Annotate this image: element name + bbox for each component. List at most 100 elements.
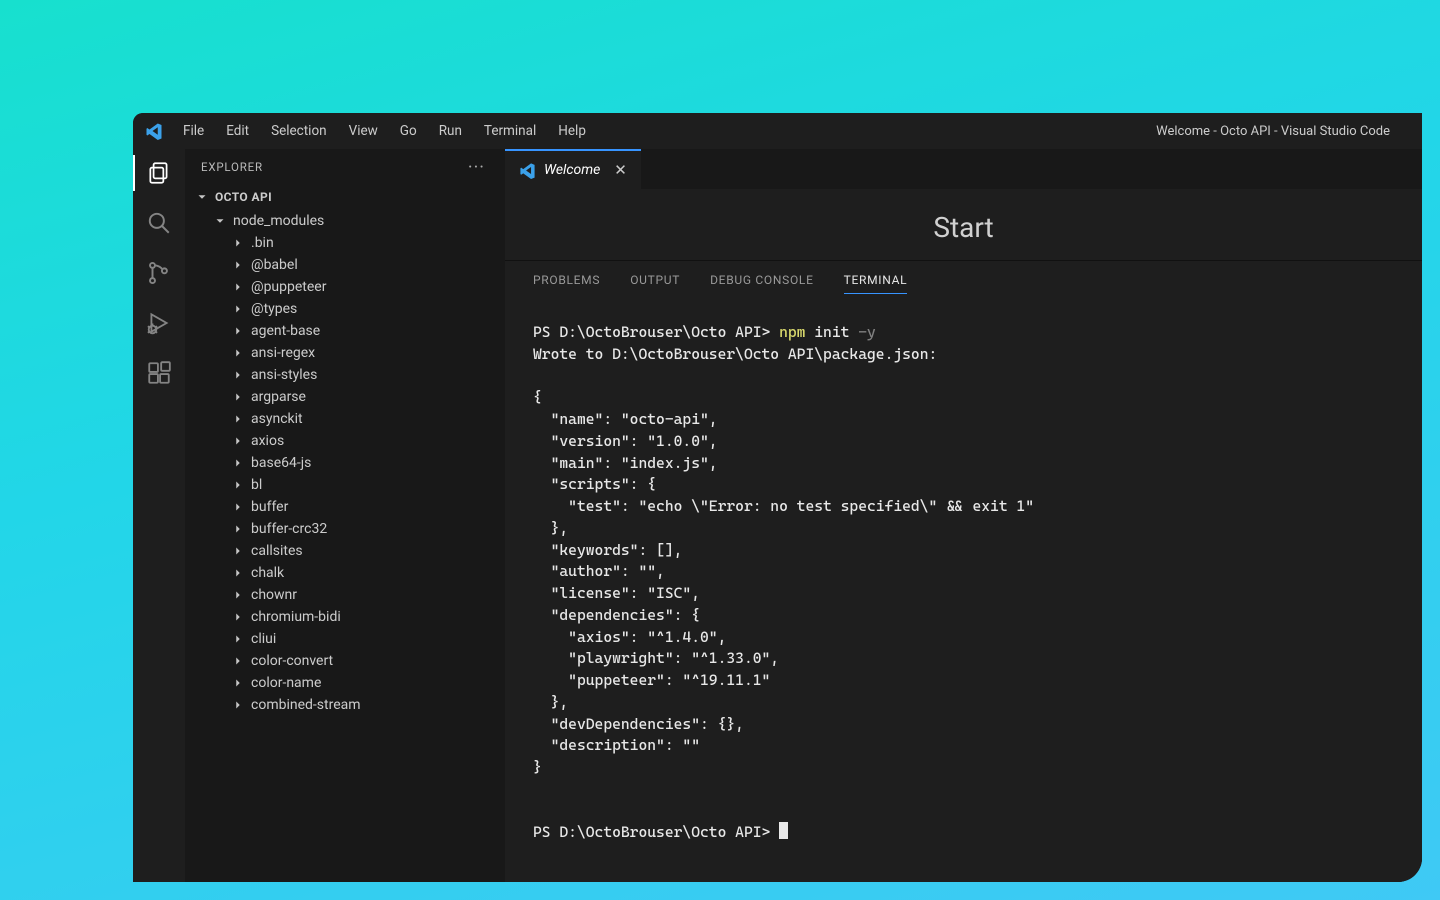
gradient-frame: File Edit Selection View Go Run Terminal… — [18, 18, 1422, 882]
tree-item-label: color-name — [251, 675, 321, 691]
menu-bar: File Edit Selection View Go Run Terminal… — [173, 119, 596, 143]
chevron-right-icon — [231, 368, 245, 382]
tree-item[interactable]: chownr — [185, 584, 505, 606]
tree-item[interactable]: .bin — [185, 232, 505, 254]
tree-item[interactable]: combined-stream — [185, 694, 505, 716]
vscode-tab-icon — [519, 162, 536, 179]
menu-help[interactable]: Help — [548, 119, 596, 143]
tree-item[interactable]: buffer-crc32 — [185, 518, 505, 540]
tree-item[interactable]: argparse — [185, 386, 505, 408]
welcome-start-heading: Start — [505, 189, 1422, 261]
tree-item[interactable]: callsites — [185, 540, 505, 562]
tree-root[interactable]: OCTO API — [185, 185, 505, 209]
explorer-more-icon[interactable]: ··· — [464, 157, 489, 178]
tree-item-label: cliui — [251, 631, 276, 647]
tab-welcome[interactable]: Welcome ✕ — [505, 149, 641, 189]
chevron-right-icon — [231, 478, 245, 492]
chevron-right-icon — [231, 588, 245, 602]
tree-item[interactable]: @puppeteer — [185, 276, 505, 298]
chevron-right-icon — [231, 456, 245, 470]
terminal-output-line: Wrote to D:\OctoBrouser\Octo API\package… — [533, 345, 937, 363]
tree-item-label: ansi-styles — [251, 367, 317, 383]
terminal-flag: -y — [858, 323, 876, 341]
explorer-sidebar: EXPLORER ··· OCTO API node_modules .bin @… — [185, 149, 505, 882]
tree-item-label: @babel — [251, 257, 298, 273]
terminal-cursor — [779, 822, 788, 839]
file-tree[interactable]: OCTO API node_modules .bin @babel @puppete… — [185, 185, 505, 882]
vscode-window: File Edit Selection View Go Run Terminal… — [133, 113, 1422, 882]
chevron-right-icon — [231, 522, 245, 536]
vscode-logo-icon — [145, 122, 163, 140]
chevron-right-icon — [231, 544, 245, 558]
tree-item-label: @puppeteer — [251, 279, 326, 295]
panel-tabs: PROBLEMS OUTPUT DEBUG CONSOLE TERMINAL — [505, 261, 1422, 304]
terminal-prompt: PS D:\OctoBrouser\Octo API> — [533, 323, 779, 341]
panel-tab-problems[interactable]: PROBLEMS — [533, 273, 600, 294]
tree-item[interactable]: @types — [185, 298, 505, 320]
tree-item[interactable]: axios — [185, 430, 505, 452]
explorer-icon[interactable] — [145, 159, 173, 187]
tree-item-label: callsites — [251, 543, 303, 559]
tree-item-label: color-convert — [251, 653, 333, 669]
editor-tab-row: Welcome ✕ — [505, 149, 1422, 189]
tree-item[interactable]: agent-base — [185, 320, 505, 342]
panel-tab-debug-console[interactable]: DEBUG CONSOLE — [710, 273, 814, 294]
tree-item[interactable]: @babel — [185, 254, 505, 276]
menu-view[interactable]: View — [339, 119, 388, 143]
panel-tab-terminal[interactable]: TERMINAL — [844, 273, 908, 294]
extensions-icon[interactable] — [145, 359, 173, 387]
chevron-right-icon — [231, 676, 245, 690]
menu-selection[interactable]: Selection — [261, 119, 337, 143]
chevron-right-icon — [231, 500, 245, 514]
menu-file[interactable]: File — [173, 119, 214, 143]
chevron-right-icon — [231, 280, 245, 294]
menu-terminal[interactable]: Terminal — [474, 119, 546, 143]
tree-item-label: base64-js — [251, 455, 311, 471]
tree-item-label: chownr — [251, 587, 297, 603]
activity-bar — [133, 149, 185, 882]
search-icon[interactable] — [145, 209, 173, 237]
tree-item[interactable]: asynckit — [185, 408, 505, 430]
run-debug-icon[interactable] — [145, 309, 173, 337]
title-bar: File Edit Selection View Go Run Terminal… — [133, 113, 1422, 149]
tree-item-label: combined-stream — [251, 697, 361, 713]
tree-folder-node-modules[interactable]: node_modules — [185, 209, 505, 232]
chevron-right-icon — [231, 654, 245, 668]
chevron-right-icon — [231, 434, 245, 448]
tree-item[interactable]: color-convert — [185, 650, 505, 672]
tree-item[interactable]: ansi-styles — [185, 364, 505, 386]
tree-item[interactable]: bl — [185, 474, 505, 496]
tree-item-label: @types — [251, 301, 297, 317]
terminal-prompt: PS D:\OctoBrouser\Octo API> — [533, 823, 779, 841]
tree-item[interactable]: ansi-regex — [185, 342, 505, 364]
root-label: OCTO API — [215, 190, 272, 204]
chevron-down-icon — [213, 214, 227, 228]
tree-item-label: buffer — [251, 499, 288, 515]
close-icon[interactable]: ✕ — [614, 161, 627, 179]
chevron-right-icon — [231, 632, 245, 646]
source-control-icon[interactable] — [145, 259, 173, 287]
tree-item[interactable]: base64-js — [185, 452, 505, 474]
terminal-panel[interactable]: PS D:\OctoBrouser\Octo API> npm init -y … — [505, 304, 1422, 882]
tree-item[interactable]: chromium-bidi — [185, 606, 505, 628]
panel-tab-output[interactable]: OUTPUT — [630, 273, 680, 294]
tree-item-label: axios — [251, 433, 284, 449]
chevron-down-icon — [195, 190, 209, 204]
tree-item[interactable]: buffer — [185, 496, 505, 518]
tree-item-label: chalk — [251, 565, 284, 581]
window-title: Welcome - Octo API - Visual Studio Code — [596, 124, 1414, 139]
chevron-right-icon — [231, 610, 245, 624]
tree-item[interactable]: color-name — [185, 672, 505, 694]
explorer-header: EXPLORER ··· — [185, 149, 505, 185]
folder-label: node_modules — [233, 213, 324, 229]
tree-item-label: .bin — [251, 235, 274, 251]
tree-item[interactable]: chalk — [185, 562, 505, 584]
menu-run[interactable]: Run — [429, 119, 472, 143]
terminal-command: npm — [779, 323, 805, 341]
explorer-title: EXPLORER — [201, 160, 263, 174]
menu-go[interactable]: Go — [390, 119, 427, 143]
tree-item[interactable]: cliui — [185, 628, 505, 650]
editor-area: Welcome ✕ Start PROBLEMS OUTPUT DEBUG CO… — [505, 149, 1422, 882]
terminal-json-output: { "name": "octo-api", "version": "1.0.0"… — [533, 388, 1034, 776]
menu-edit[interactable]: Edit — [216, 119, 259, 143]
